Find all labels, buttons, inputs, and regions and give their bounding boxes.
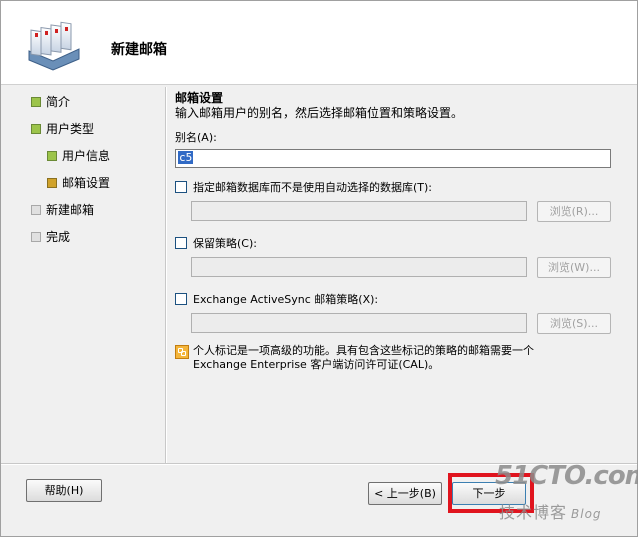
wizard-header: 新建邮箱 <box>1 1 637 85</box>
info-line-1: 个人标记是一项高级的功能。具有包含这些标记的策略的邮箱需要一个 <box>193 344 534 357</box>
wizard-title: 新建邮箱 <box>111 42 167 58</box>
activesync-checkbox[interactable] <box>175 293 187 305</box>
nav-step-label: 用户信息 <box>62 149 111 163</box>
step-pending-icon <box>31 205 41 215</box>
database-checkbox-row[interactable]: 指定邮箱数据库而不是使用自动选择的数据库(T): <box>175 181 615 197</box>
database-checkbox[interactable] <box>175 181 187 193</box>
step-complete-icon <box>31 124 41 134</box>
retention-browse-button: 浏览(W)... <box>537 257 611 278</box>
retention-checkbox-row[interactable]: 保留策略(C): <box>175 237 615 253</box>
watermark-site: 51CTO.com <box>495 461 638 491</box>
vertical-divider <box>165 87 167 463</box>
alias-input[interactable]: c5 <box>175 149 611 168</box>
activesync-field <box>191 313 527 333</box>
nav-step-label: 完成 <box>46 230 71 244</box>
nav-step-label: 新建邮箱 <box>46 203 95 217</box>
nav-step-new-mailbox: 新建邮箱 <box>31 201 151 228</box>
nav-step-finish: 完成 <box>31 228 151 255</box>
personal-tag-info: 个人标记是一项高级的功能。具有包含这些标记的策略的邮箱需要一个 Exchange… <box>175 344 615 372</box>
watermark-caption: 技术博客 Blog <box>499 499 602 523</box>
nav-step-intro[interactable]: 简介 <box>31 93 151 120</box>
activesync-checkbox-row[interactable]: Exchange ActiveSync 邮箱策略(X): <box>175 293 615 309</box>
section-title: 邮箱设置 <box>175 91 224 105</box>
database-field <box>191 201 527 221</box>
activesync-checkbox-label: Exchange ActiveSync 邮箱策略(X): <box>193 293 379 306</box>
retention-field <box>191 257 527 277</box>
tag-icon <box>175 345 189 359</box>
watermark-blog: Blog <box>571 507 602 521</box>
nav-step-label: 用户类型 <box>46 122 95 136</box>
watermark: 51CTO.com 技术博客 Blog <box>487 461 638 523</box>
database-checkbox-label: 指定邮箱数据库而不是使用自动选择的数据库(T): <box>193 181 433 194</box>
info-line-2: Exchange Enterprise 客户端访问许可证(CAL)。 <box>193 358 440 371</box>
database-browse-button: 浏览(R)... <box>537 201 611 222</box>
help-button[interactable]: 帮助(H) <box>26 479 102 502</box>
database-field-row: 浏览(R)... <box>175 201 615 223</box>
alias-label: 别名(A): <box>175 131 217 144</box>
back-button[interactable]: < 上一步(B) <box>368 482 442 505</box>
mailbox-stack-icon <box>28 21 80 71</box>
nav-step-mailbox-settings[interactable]: 邮箱设置 <box>31 174 151 201</box>
nav-step-label: 简介 <box>46 95 71 109</box>
nav-step-user-info[interactable]: 用户信息 <box>31 147 151 174</box>
retention-checkbox-label: 保留策略(C): <box>193 237 257 250</box>
section-description: 输入邮箱用户的别名，然后选择邮箱位置和策略设置。 <box>175 106 464 120</box>
step-complete-icon <box>47 151 57 161</box>
retention-field-row: 浏览(W)... <box>175 257 615 279</box>
wizard-step-nav: 简介 用户类型 用户信息 邮箱设置 新建邮箱 完成 <box>31 93 151 255</box>
nav-step-label: 邮箱设置 <box>62 176 111 190</box>
step-complete-icon <box>31 97 41 107</box>
step-current-icon <box>47 178 57 188</box>
alias-value: c5 <box>178 151 194 164</box>
activesync-browse-button: 浏览(S)... <box>537 313 611 334</box>
nav-step-user-type[interactable]: 用户类型 <box>31 120 151 147</box>
activesync-field-row: 浏览(S)... <box>175 313 615 335</box>
new-mailbox-wizard-window: 新建邮箱 简介 用户类型 用户信息 邮箱设置 新建邮箱 完成 邮箱设置 输入邮箱… <box>0 0 638 537</box>
mailbox-settings-panel: 邮箱设置 输入邮箱用户的别名，然后选择邮箱位置和策略设置。 别名(A): c5 … <box>175 91 615 335</box>
watermark-text: 技术博客 <box>499 503 568 522</box>
step-pending-icon <box>31 232 41 242</box>
retention-checkbox[interactable] <box>175 237 187 249</box>
